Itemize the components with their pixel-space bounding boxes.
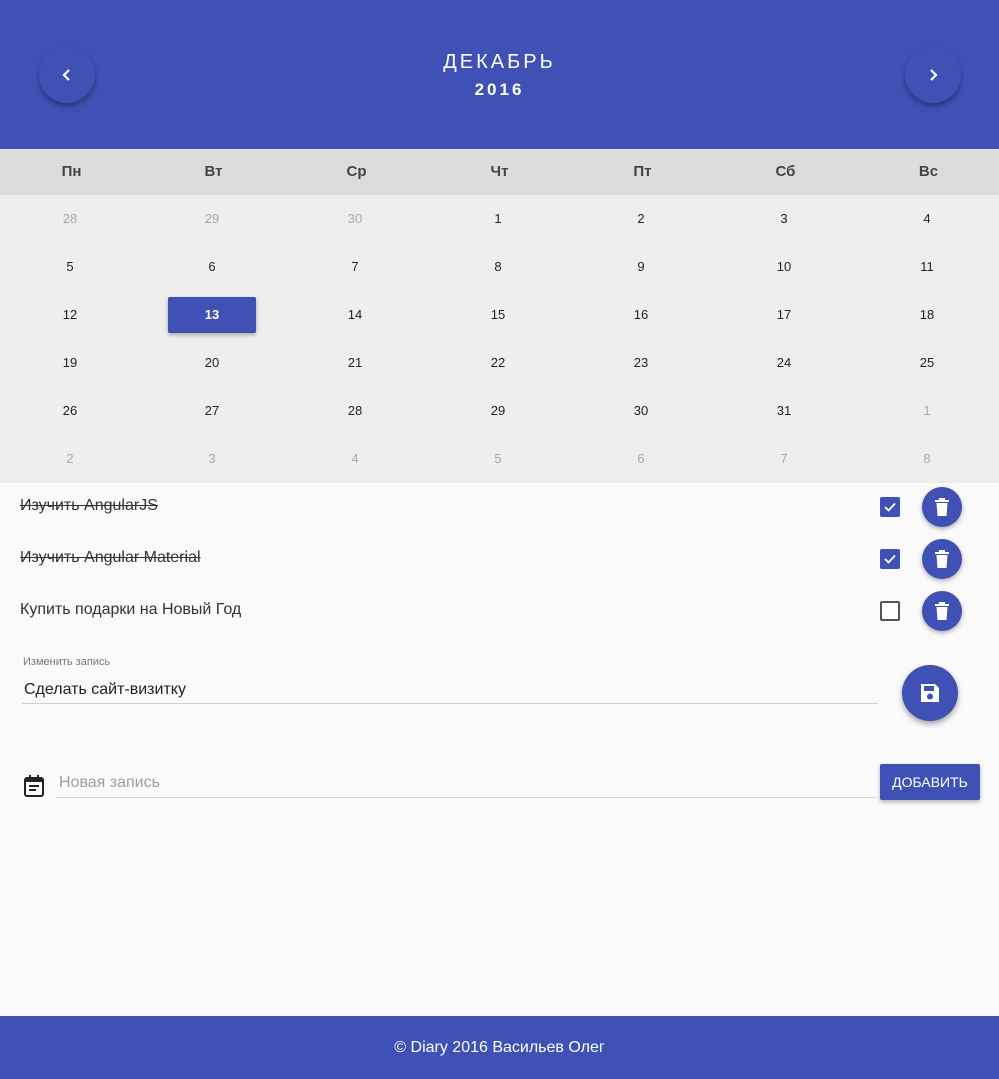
save-button[interactable]: [902, 665, 958, 721]
check-icon: [884, 502, 896, 512]
footer: © Diary 2016 Васильев Олег: [0, 1016, 999, 1079]
chevron-right-icon: [930, 69, 938, 81]
calendar-day[interactable]: 3: [168, 441, 256, 477]
calendar-day[interactable]: 15: [454, 297, 542, 333]
calendar-day[interactable]: 2: [597, 201, 685, 237]
add-button[interactable]: ДОБАВИТЬ: [880, 764, 980, 800]
calendar-day[interactable]: 8: [454, 249, 542, 285]
calendar-day[interactable]: 24: [740, 345, 828, 381]
year-title: 2016: [474, 80, 525, 99]
calendar-day[interactable]: 5: [26, 249, 114, 285]
trash-icon: [935, 498, 949, 516]
weekday-tue: Вт: [204, 163, 223, 180]
calendar-day[interactable]: 10: [740, 249, 828, 285]
calendar-day[interactable]: 27: [168, 393, 256, 429]
calendar-day[interactable]: 7: [311, 249, 399, 285]
footer-text: © Diary 2016 Васильев Олег: [394, 1039, 605, 1056]
calendar-day[interactable]: 4: [311, 441, 399, 477]
calendar-day[interactable]: 1: [454, 201, 542, 237]
calendar-days-grid: 28 29 30 1 2 3 4 5 6 7 8 9 10 11 12 13 14 15 16 17 18 19 20 21 2…: [0, 195, 999, 483]
calendar-day[interactable]: 5: [454, 441, 542, 477]
calendar-day[interactable]: 28: [311, 393, 399, 429]
calendar-day[interactable]: 29: [168, 201, 256, 237]
calendar-day[interactable]: 28: [26, 201, 114, 237]
calendar-day[interactable]: 18: [883, 297, 971, 333]
calendar-day[interactable]: 4: [883, 201, 971, 237]
delete-task-button[interactable]: [922, 591, 962, 631]
task-text: Изучить AngularJS: [20, 497, 158, 514]
weekday-wed: Ср: [346, 163, 367, 180]
delete-task-button[interactable]: [922, 539, 962, 579]
new-entry-input[interactable]: [56, 768, 876, 798]
save-icon: [921, 684, 939, 702]
task-text: Купить подарки на Новый Год: [20, 601, 242, 618]
calendar-day[interactable]: 30: [597, 393, 685, 429]
calendar-day[interactable]: 31: [740, 393, 828, 429]
calendar-day[interactable]: 25: [883, 345, 971, 381]
calendar-day[interactable]: 20: [168, 345, 256, 381]
trash-icon: [935, 550, 949, 568]
calendar-day[interactable]: 17: [740, 297, 828, 333]
edit-field-label: Изменить запись: [23, 656, 111, 668]
calendar-header: ДЕКАБРЬ 2016: [0, 0, 999, 149]
check-icon: [884, 554, 896, 564]
calendar-day[interactable]: 7: [740, 441, 828, 477]
calendar-day-selected[interactable]: 13: [168, 297, 256, 333]
calendar-day[interactable]: 22: [454, 345, 542, 381]
calendar-day[interactable]: 11: [883, 249, 971, 285]
weekday-header-row: Пн Вт Ср Чт Пт Сб Вс: [0, 149, 999, 195]
calendar-day[interactable]: 21: [311, 345, 399, 381]
weekday-sat: Сб: [775, 163, 796, 180]
calendar-day[interactable]: 30: [311, 201, 399, 237]
calendar-day[interactable]: 6: [168, 249, 256, 285]
delete-task-button[interactable]: [922, 487, 962, 527]
calendar-day[interactable]: 2: [26, 441, 114, 477]
next-month-button[interactable]: [905, 47, 961, 103]
calendar-day[interactable]: 3: [740, 201, 828, 237]
calendar-day[interactable]: 16: [597, 297, 685, 333]
task-done-checkbox[interactable]: [880, 497, 900, 517]
calendar-day[interactable]: 6: [597, 441, 685, 477]
task-item: Изучить Angular Material: [0, 539, 999, 579]
task-done-checkbox[interactable]: [880, 601, 900, 621]
edit-entry-input[interactable]: [22, 676, 878, 704]
calendar-day[interactable]: 1: [883, 393, 971, 429]
weekday-thu: Чт: [490, 163, 509, 180]
task-done-checkbox[interactable]: [880, 549, 900, 569]
calendar-day[interactable]: 8: [883, 441, 971, 477]
calendar-day[interactable]: 26: [26, 393, 114, 429]
month-title: ДЕКАБРЬ: [443, 51, 556, 73]
calendar-day[interactable]: 12: [26, 297, 114, 333]
trash-icon: [935, 602, 949, 620]
task-text: Изучить Angular Material: [20, 549, 201, 566]
weekday-fri: Пт: [633, 163, 652, 180]
weekday-mon: Пн: [61, 163, 82, 180]
calendar-day[interactable]: 9: [597, 249, 685, 285]
calendar-day[interactable]: 23: [597, 345, 685, 381]
calendar-day[interactable]: 19: [26, 345, 114, 381]
task-item: Изучить AngularJS: [0, 487, 999, 527]
calendar-day[interactable]: 29: [454, 393, 542, 429]
weekday-sun: Вс: [918, 163, 939, 180]
task-item: Купить подарки на Новый Год: [0, 591, 999, 631]
calendar-day[interactable]: 14: [311, 297, 399, 333]
calendar-note-icon: [24, 775, 44, 797]
